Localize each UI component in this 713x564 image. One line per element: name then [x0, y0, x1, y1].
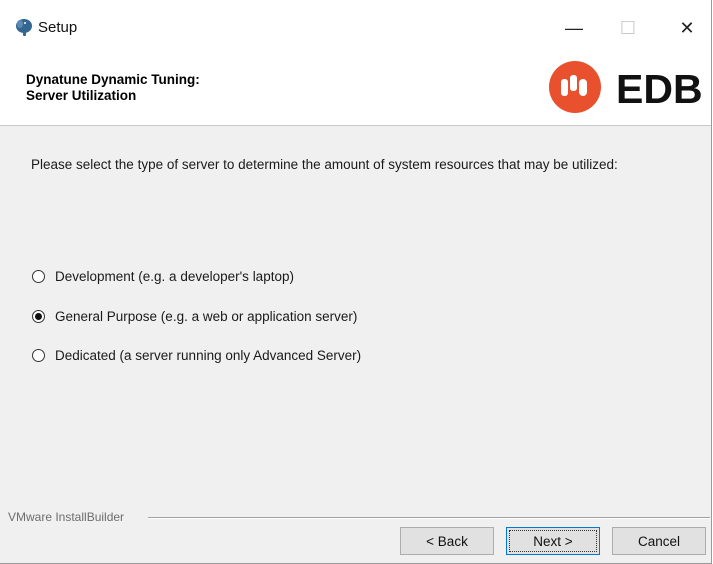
back-button[interactable]: < Back — [400, 527, 494, 555]
page-title-line1: Dynatune Dynamic Tuning: — [26, 72, 200, 87]
wizard-header: Dynatune Dynamic Tuning: Server Utilizat… — [0, 55, 711, 126]
radio-button-development[interactable] — [32, 269, 45, 283]
option-development[interactable]: Development (e.g. a developer's laptop) — [32, 266, 294, 286]
minimize-button[interactable]: — — [551, 8, 597, 48]
window-title: Setup — [38, 19, 78, 36]
page-title: Dynatune Dynamic Tuning: Server Utilizat… — [26, 72, 200, 104]
edb-logo: EDB — [549, 61, 703, 113]
maximize-icon: ☐ — [619, 17, 637, 38]
minimize-icon: — — [565, 17, 583, 38]
installbuilder-label: VMware InstallBuilder — [8, 510, 125, 524]
page-title-line2: Server Utilization — [26, 88, 137, 103]
close-button[interactable]: ✕ — [664, 8, 710, 48]
next-button-label: Next > — [533, 533, 573, 549]
option-label: General Purpose (e.g. a web or applicati… — [55, 308, 358, 324]
setup-window: Setup — ☐ ✕ Dynatune Dynamic Tuning: Ser… — [0, 0, 712, 564]
footer-divider — [148, 517, 710, 519]
option-general-purpose[interactable]: General Purpose (e.g. a web or applicati… — [32, 306, 357, 326]
logo-text: EDB — [616, 66, 703, 112]
close-icon: ✕ — [679, 17, 695, 38]
option-label: Development (e.g. a developer's laptop) — [55, 268, 294, 284]
next-button[interactable]: Next > — [506, 527, 600, 555]
title-bar[interactable]: Setup — ☐ ✕ — [0, 0, 711, 55]
radio-button-general-purpose[interactable] — [32, 309, 45, 323]
option-label: Dedicated (a server running only Advance… — [55, 347, 362, 363]
option-dedicated[interactable]: Dedicated (a server running only Advance… — [32, 345, 361, 365]
radio-button-dedicated[interactable] — [32, 348, 45, 362]
instruction-text: Please select the type of server to dete… — [31, 157, 618, 172]
cancel-button[interactable]: Cancel — [612, 527, 706, 555]
elephant-app-icon — [16, 19, 32, 36]
maximize-button[interactable]: ☐ — [605, 8, 651, 48]
